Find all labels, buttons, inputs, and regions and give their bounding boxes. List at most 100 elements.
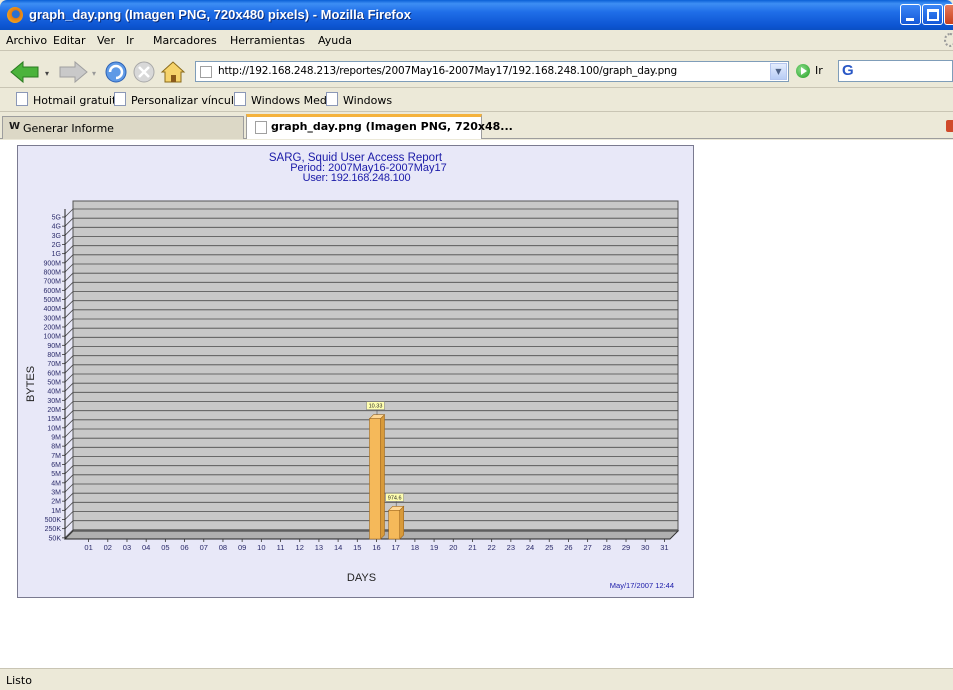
y-tick-label: 400M [43,306,61,313]
y-axis-title: BYTES [25,366,37,402]
tab-label: Generar Informe [23,122,114,135]
menu-marcadores[interactable]: Marcadores [153,34,217,47]
minimize-button[interactable] [900,4,921,25]
x-tick-label: 17 [392,543,400,552]
reload-icon[interactable] [105,61,127,83]
back-arrow-icon[interactable] [10,60,39,84]
maximize-button[interactable] [922,4,943,25]
x-tick-label: 21 [468,543,476,552]
search-box[interactable]: G [838,60,953,82]
x-tick-label: 30 [641,543,649,552]
y-tick-label: 5G [52,215,61,222]
firefox-logo-icon [7,7,23,23]
url-text[interactable]: http://192.168.248.213/reportes/2007May1… [218,65,677,77]
y-tick-label: 4M [51,480,61,487]
y-tick-label: 500K [45,517,62,524]
bookmark-page-icon [114,92,126,106]
y-tick-label: 7M [51,453,61,460]
y-tick-label: 9M [51,435,61,442]
forward-arrow-icon[interactable] [59,60,88,84]
close-tab-icon[interactable] [946,120,953,132]
sarg-graph-image: SARG, Squid User Access Report Period: 2… [17,145,694,598]
y-tick-label: 900M [43,260,61,267]
x-tick-label: 31 [660,543,668,552]
x-tick-label: 18 [411,543,419,552]
window-title: graph_day.png (Imagen PNG, 720x480 pixel… [29,7,411,22]
x-tick-label: 10 [257,543,265,552]
tab-graph-day[interactable]: graph_day.png (Imagen PNG, 720x48... [246,114,513,139]
x-tick-label: 28 [603,543,611,552]
menu-ver[interactable]: Ver [97,34,115,47]
y-tick-label: 300M [43,315,61,322]
menu-ayuda[interactable]: Ayuda [318,34,352,47]
x-tick-label: 15 [353,543,361,552]
x-axis-title: DAYS [347,572,376,584]
y-tick-label: 30M [47,398,61,405]
bookmark-windows[interactable]: Windows [343,94,392,107]
y-tick-label: 8M [51,444,61,451]
url-history-dropdown-icon[interactable]: ▼ [770,63,787,80]
x-tick-label: 25 [545,543,553,552]
menu-archivo[interactable]: Archivo [6,34,47,47]
bookmark-hotmail[interactable]: Hotmail gratuito [33,94,123,107]
x-tick-label: 22 [487,543,495,552]
menu-editar[interactable]: Editar [53,34,86,47]
y-tick-label: 70M [47,361,61,368]
google-icon: G [842,62,854,79]
x-tick-label: 09 [238,543,246,552]
bookmark-page-icon [16,92,28,106]
url-bar[interactable]: http://192.168.248.213/reportes/2007May1… [195,61,789,82]
y-tick-label: 50K [49,535,62,542]
bookmark-page-icon [234,92,246,106]
x-tick-label: 06 [180,543,188,552]
title-bar: graph_day.png (Imagen PNG, 720x480 pixel… [0,0,953,30]
y-tick-label: 40M [47,389,61,396]
y-tick-label: 60M [47,370,61,377]
y-tick-label: 1G [52,251,61,258]
y-tick-label: 700M [43,279,61,286]
y-tick-label: 6M [51,462,61,469]
menu-ir[interactable]: Ir [126,34,134,47]
x-tick-label: 05 [161,543,169,552]
chart-area: 50K 250K 500K 1M 2M 3M 4M 5M 6M 7M 8M 9M 10M 15M 20M 30… [25,200,680,590]
y-tick-label: 500M [43,297,61,304]
y-tick-label: 5M [51,471,61,478]
home-icon[interactable] [160,61,186,83]
x-tick-label: 13 [315,543,323,552]
tab-favicon-icon [255,121,267,134]
x-tick-label: 07 [200,543,208,552]
go-label[interactable]: Ir [815,64,823,77]
y-tick-label: 100M [43,334,61,341]
firefox-window: graph_day.png (Imagen PNG, 720x480 pixel… [0,0,953,690]
x-tick-label: 20 [449,543,457,552]
nav-buttons: ▾ ▾ [10,60,186,84]
status-text: Listo [6,674,32,687]
tab-generar-informe[interactable]: W Generar Informe [2,116,244,139]
x-tick-label: 01 [84,543,92,552]
x-tick-label: 23 [507,543,515,552]
throbber-icon [944,33,953,47]
close-button[interactable] [944,4,953,25]
x-tick-label: 02 [104,543,112,552]
y-tick-label: 4G [52,224,61,231]
x-tick-label: 04 [142,543,150,552]
y-tick-label: 1M [51,508,61,515]
chart-timestamp: May/17/2007 12:44 [610,581,674,590]
tab-favicon-icon: W [9,121,21,132]
bar-side [399,505,404,540]
stop-icon[interactable] [133,61,155,83]
y-tick-label: 2M [51,499,61,506]
bookmark-windows-media[interactable]: Windows Media [251,94,337,107]
bookmarks-toolbar: Hotmail gratuito Personalizar vínculos W… [0,89,953,112]
bar-value-label: 974.6 [388,495,402,501]
y-tick-label: 250K [45,526,62,533]
bar-value-label: 10.33 [369,404,383,410]
bookmark-personalizar[interactable]: Personalizar vínculos [131,94,246,107]
status-bar: Listo [0,668,953,690]
bar [369,418,381,540]
y-tick-label: 600M [43,288,61,295]
menu-bar: Archivo Editar Ver Ir Marcadores Herrami… [0,30,953,51]
tab-bar: W Generar Informe graph_day.png (Imagen … [0,113,953,139]
menu-herramientas[interactable]: Herramientas [230,34,305,47]
go-icon[interactable] [796,64,810,78]
